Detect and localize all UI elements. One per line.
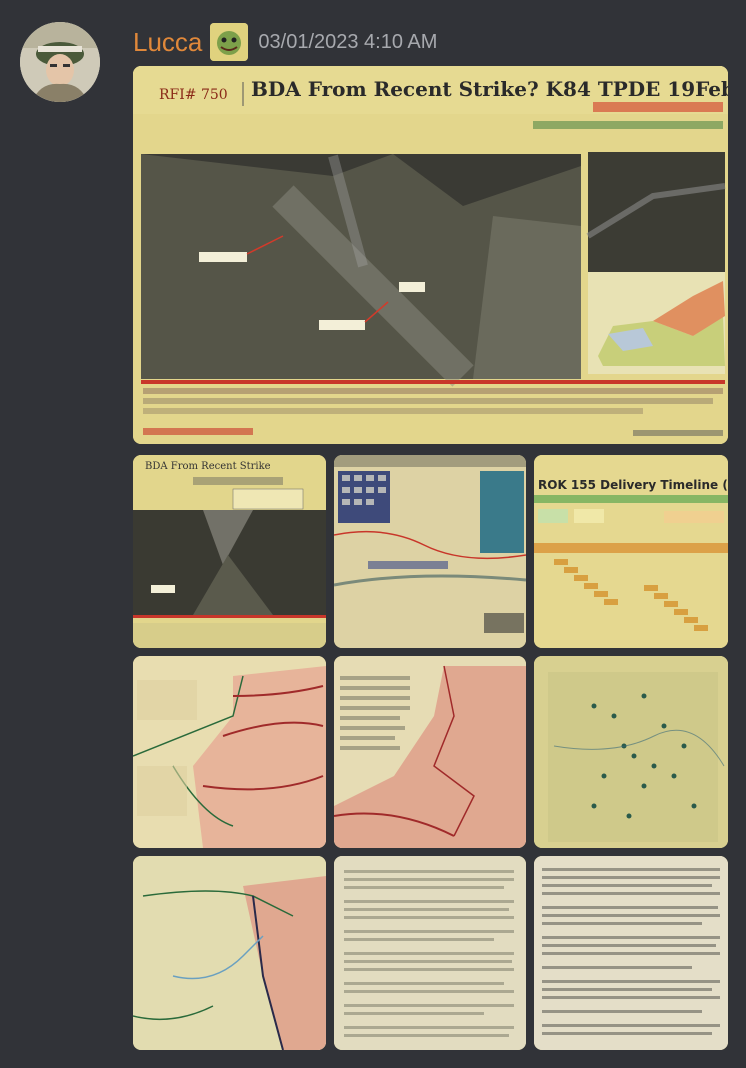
avatar[interactable] — [20, 22, 100, 102]
attachment-thumbnail[interactable] — [334, 856, 526, 1050]
message-timestamp: 03/01/2023 4:10 AM — [258, 30, 438, 53]
thumbnail-title: ROK 155 Delivery Timeline (330K) — [538, 478, 728, 492]
author-name[interactable]: Lucca — [133, 27, 202, 58]
attachment-thumbnail[interactable] — [534, 856, 728, 1050]
attachment-thumbnail[interactable] — [133, 856, 326, 1050]
badge-emoji-icon[interactable] — [210, 23, 249, 61]
attachment-thumbnail[interactable]: BDA From Recent Strike — [133, 455, 326, 648]
rfi-label: RFI# 750 — [159, 87, 228, 103]
main-image-title: BDA From Recent Strike? K84 TPDE 19Feb23… — [251, 77, 728, 101]
attachment-thumbnail[interactable] — [334, 656, 526, 848]
thumbnail-title: BDA From Recent Strike — [145, 461, 271, 472]
attachment-thumbnail[interactable]: ROK 155 Delivery Timeline (330K) — [534, 455, 728, 648]
message-header: Lucca 03/01/2023 4:10 AM — [133, 23, 438, 61]
attachment-thumbnail[interactable] — [334, 455, 526, 648]
attachment-main-image[interactable]: RFI# 750 BDA From Recent Strike? K84 TPD… — [133, 66, 728, 444]
attachment-thumbnail[interactable] — [133, 656, 326, 848]
attachment-thumbnail[interactable] — [534, 656, 728, 848]
